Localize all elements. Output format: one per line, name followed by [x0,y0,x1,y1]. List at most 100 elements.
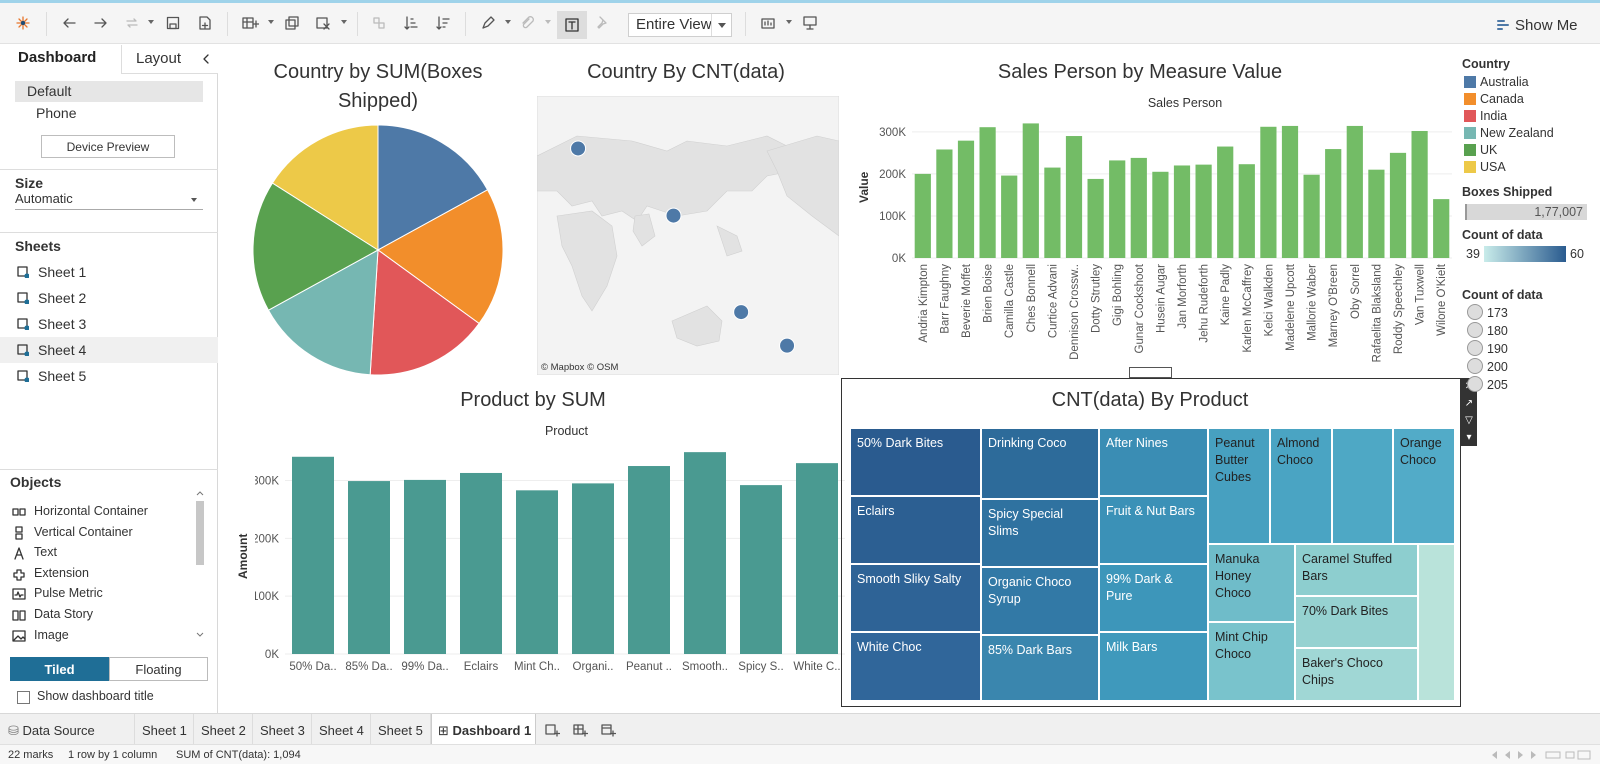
highlight-icon[interactable] [478,13,498,33]
collapse-panel-icon[interactable] [202,54,210,64]
object-data-story[interactable]: Data Story [12,607,93,627]
new-worksheet-icon[interactable] [240,13,260,33]
tab-dashboard-1[interactable]: ⊞ Dashboard 1 [431,714,536,745]
bar[interactable] [1065,136,1083,258]
show-cards-icon[interactable] [759,13,779,33]
map-point-new-zealand[interactable] [779,337,796,354]
bar[interactable] [1109,160,1126,258]
floating-button[interactable]: Floating [109,657,208,681]
map-point-india[interactable] [665,207,682,224]
bar[interactable] [1130,157,1147,258]
bar[interactable] [348,481,390,654]
bar[interactable] [936,149,953,258]
bar[interactable] [572,483,614,654]
sort-ascending-icon[interactable] [401,13,421,33]
tab-sheet-5[interactable]: Sheet 5 [371,714,431,745]
legend-item-india[interactable]: India [1464,108,1507,124]
bar[interactable] [1238,164,1255,258]
bar[interactable] [1087,178,1104,258]
show-title-checkbox[interactable] [17,691,30,704]
bar[interactable] [914,173,931,258]
objects-scrollbar[interactable] [194,489,206,639]
legend-item-canada[interactable]: Canada [1464,91,1524,107]
new-datasource-icon[interactable] [195,13,215,33]
sales-person-bar-chart[interactable]: 0K 100K 200K 300K Andria Kimpton Barr Faughny… [860,115,1455,375]
replay-icon[interactable] [122,13,142,33]
sheet-item-3[interactable]: Sheet 3 [0,311,218,337]
bar[interactable] [404,479,446,654]
bar[interactable] [1152,171,1169,258]
bar[interactable] [1001,175,1018,258]
bar[interactable] [796,463,838,654]
product-bar-chart[interactable]: 0K 100K 200K 300K 50% Da.. 85% Da.. 99% Da.. Ec… [255,440,845,690]
pie-chart[interactable] [248,120,508,380]
bar[interactable] [957,140,975,258]
legend-item-uk[interactable]: UK [1464,142,1497,158]
more-options-icon[interactable]: ▾ [1461,429,1477,446]
resize-grip[interactable] [1129,367,1172,378]
bar[interactable] [516,490,558,654]
legend-item-usa[interactable]: USA [1464,159,1506,175]
map-chart[interactable]: © Mapbox © OSM [537,96,839,375]
device-default[interactable]: Default [15,81,203,102]
sheet-item-5[interactable]: Sheet 5 [0,363,218,389]
new-dashboard-tab-icon[interactable] [570,720,590,740]
undo-icon[interactable] [59,13,79,33]
show-me-button[interactable]: Show Me [1496,13,1596,37]
device-phone[interactable]: Phone [36,105,76,121]
object-vertical-container[interactable]: Vertical Container [12,525,133,545]
redo-icon[interactable] [91,13,111,33]
bar[interactable] [460,472,502,654]
bar[interactable] [1217,146,1234,258]
bar[interactable] [684,452,726,654]
object-image[interactable]: Image [12,628,69,648]
new-worksheet-tab-icon[interactable] [542,720,562,740]
tab-dashboard[interactable]: Dashboard [0,45,121,74]
tableau-logo-icon[interactable] [13,13,33,33]
bar[interactable] [1433,199,1450,258]
sheet-item-1[interactable]: Sheet 1 [0,259,218,285]
swap-axes-icon[interactable] [369,13,389,33]
bar[interactable] [740,485,782,654]
tab-sheet-1[interactable]: Sheet 1 [135,714,194,745]
size-select[interactable]: Automatic [15,191,203,210]
bar[interactable] [1346,125,1363,258]
bar[interactable] [1260,126,1277,258]
presentation-icon[interactable] [800,13,820,33]
save-icon[interactable] [163,13,183,33]
bar[interactable] [1389,152,1407,258]
sort-descending-icon[interactable] [433,13,453,33]
sheet-item-4[interactable]: Sheet 4 [0,337,218,363]
page-navigation[interactable] [1488,749,1592,761]
object-pulse-metric[interactable]: Pulse Metric [12,586,103,606]
new-story-tab-icon[interactable] [598,720,618,740]
bar[interactable] [1368,169,1385,258]
tab-data-source[interactable]: ⛁ Data Source [0,714,135,745]
object-extension[interactable]: Extension [12,566,89,586]
tab-sheet-3[interactable]: Sheet 3 [253,714,312,745]
duplicate-icon[interactable] [282,13,302,33]
tab-sheet-2[interactable]: Sheet 2 [194,714,253,745]
bar[interactable] [1173,165,1191,258]
fix-axes-icon[interactable] [592,13,612,33]
bar[interactable] [979,127,996,259]
legend-item-new-zealand[interactable]: New Zealand [1464,125,1554,141]
object-horizontal-container[interactable]: Horizontal Container [12,504,148,524]
map-point-australia[interactable] [733,304,750,321]
sheet-item-2[interactable]: Sheet 2 [0,285,218,311]
group-icon[interactable] [517,13,537,33]
clear-sheet-icon[interactable] [313,13,333,33]
bar[interactable] [1325,149,1342,258]
bar[interactable] [628,466,670,654]
bar[interactable] [1195,164,1212,258]
bar[interactable] [1022,123,1039,258]
tab-sheet-4[interactable]: Sheet 4 [312,714,371,745]
legend-item-australia[interactable]: Australia [1464,74,1529,90]
bar[interactable] [1303,174,1320,258]
show-mark-labels-button[interactable] [557,11,587,39]
bar[interactable] [1281,125,1299,258]
map-point-uk[interactable] [570,140,587,157]
object-text[interactable]: Text [12,545,57,565]
device-preview-button[interactable]: Device Preview [41,135,175,158]
bar[interactable] [1044,167,1061,258]
